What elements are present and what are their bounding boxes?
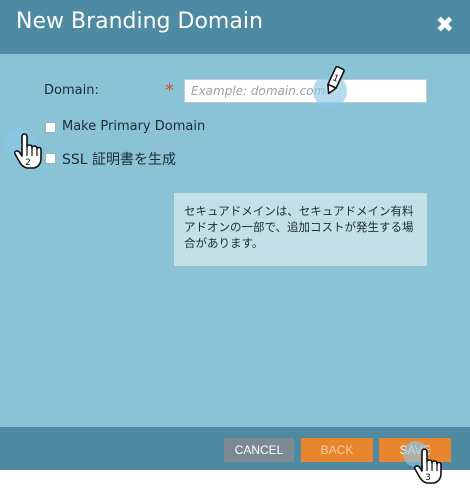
cancel-button[interactable]: CANCEL (224, 438, 294, 462)
pencil-cursor-icon: 1 (327, 65, 345, 95)
step3-number: 3 (425, 473, 431, 483)
info-box: セキュアドメインは、セキュアドメイン有料アドオンの一部で、追加コストが発生する場… (174, 193, 427, 266)
ssl-label: SSL 証明書を生成 (62, 152, 177, 168)
step2-number: 2 (25, 158, 31, 168)
hand-cursor-icon: 3 (413, 448, 442, 484)
close-icon[interactable]: ✖ (436, 13, 454, 38)
required-marker: * (165, 80, 174, 101)
hand-cursor-icon: 2 (13, 133, 42, 169)
domain-input[interactable] (184, 79, 427, 103)
make-primary-checkbox[interactable] (45, 122, 56, 133)
make-primary-label: Make Primary Domain (62, 119, 206, 134)
dialog-header: New Branding Domain ✖ (0, 0, 470, 54)
dialog-title: New Branding Domain (16, 9, 263, 34)
branding-domain-dialog: New Branding Domain ✖ Domain: * Make Pri… (0, 0, 470, 470)
domain-label: Domain: (44, 83, 99, 98)
back-button[interactable]: BACK (301, 438, 373, 462)
ssl-checkbox[interactable] (45, 153, 56, 164)
